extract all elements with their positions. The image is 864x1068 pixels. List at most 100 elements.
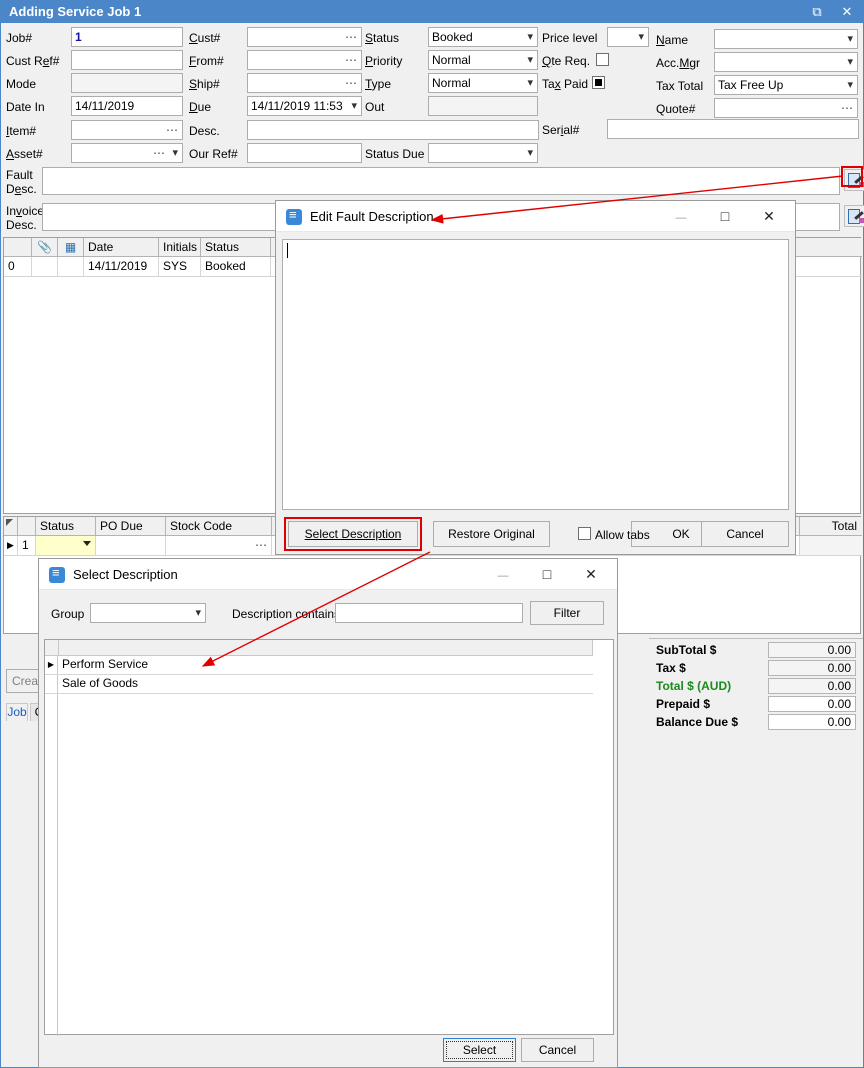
restore-button[interactable]: ⧉ (803, 1, 831, 23)
description-list[interactable]: ▶ Perform Service Sale of Goods (44, 639, 614, 1036)
close-button[interactable]: ✕ (833, 1, 861, 23)
label-desc: Desc. (189, 124, 220, 138)
due-value: 14/11/2019 11:53 (251, 99, 343, 113)
lines-row-1-status-chevron-down-icon[interactable] (83, 541, 91, 546)
acc-mgr-chevron-down-icon[interactable] (847, 56, 853, 68)
status-due-select[interactable] (428, 143, 538, 163)
name-select[interactable] (714, 29, 858, 49)
list-item[interactable]: Sale of Goods (45, 675, 593, 694)
our-ref-no-input[interactable] (247, 143, 362, 163)
select-description-cancel-button[interactable]: Cancel (521, 1038, 594, 1062)
item-no-input[interactable]: ⋯ (71, 120, 183, 140)
from-no-ellipsis-icon[interactable]: ⋯ (345, 52, 358, 68)
cust-ref-no-input[interactable] (71, 50, 183, 70)
edit-fault-maximize-button[interactable] (703, 201, 747, 232)
priority-select[interactable]: Normal (428, 50, 538, 70)
desc-input[interactable] (247, 120, 539, 140)
type-select[interactable]: Normal (428, 73, 538, 93)
asset-no-input[interactable]: ⋯ (71, 143, 183, 163)
price-level-select[interactable] (607, 27, 649, 47)
total-label-subtotal: SubTotal $ (656, 643, 717, 657)
lines-header-total: Total (800, 517, 862, 536)
select-description-maximize-button[interactable] (525, 559, 569, 590)
cancel-button[interactable]: Cancel (701, 521, 789, 547)
filter-button[interactable]: Filter (530, 601, 604, 625)
from-no-input[interactable]: ⋯ (247, 50, 362, 70)
lines-row-1-stock-code[interactable]: ⋯ (166, 536, 272, 556)
tax-paid-checkbox[interactable] (592, 76, 605, 89)
cust-no-ellipsis-icon[interactable]: ⋯ (345, 29, 358, 45)
list-item[interactable]: ▶ Perform Service (45, 656, 593, 675)
invoice-desc-nib-shape (859, 218, 864, 223)
total-label-balance-due: Balance Due $ (656, 715, 739, 729)
select-button-label: Select (462, 1043, 497, 1057)
ship-no-input[interactable]: ⋯ (247, 73, 362, 93)
lines-header-stock-code: Stock Code (166, 517, 272, 536)
acc-mgr-select[interactable] (714, 52, 858, 72)
lines-row-1-po-due[interactable] (96, 536, 166, 556)
quote-no-ellipsis-icon[interactable]: ⋯ (841, 100, 854, 116)
job-no-input[interactable]: 1 (71, 27, 183, 47)
history-row-0-initials[interactable]: SYS (159, 257, 201, 277)
mode-input[interactable] (71, 73, 183, 93)
label-type: Type (365, 77, 392, 91)
group-select[interactable] (90, 603, 206, 623)
due-input[interactable]: 14/11/2019 11:53 (247, 96, 362, 116)
select-description-close-button[interactable] (569, 559, 613, 590)
lines-row-1-status[interactable] (36, 536, 96, 556)
edit-fault-dialog-title: Edit Fault Description (310, 209, 434, 224)
type-chevron-down-icon[interactable] (527, 77, 533, 89)
due-chevron-down-icon[interactable] (351, 100, 357, 112)
allow-tabs-checkbox[interactable] (578, 527, 591, 540)
description-list-header (59, 640, 593, 656)
asset-no-ellipsis-icon[interactable]: ⋯ (153, 145, 166, 161)
description-contains-input[interactable] (335, 603, 523, 623)
serial-no-input[interactable] (607, 119, 859, 139)
tax-total-chevron-down-icon[interactable] (847, 79, 853, 91)
tax-total-select[interactable]: Tax Free Up (714, 75, 858, 95)
name-chevron-down-icon[interactable] (847, 33, 853, 45)
label-our-ref-no: Our Ref# (189, 147, 238, 161)
ship-no-ellipsis-icon[interactable]: ⋯ (345, 75, 358, 91)
history-row-0-note[interactable] (58, 257, 84, 277)
out-input[interactable] (428, 96, 538, 116)
asset-no-chevron-down-icon[interactable] (172, 147, 178, 159)
restore-original-button[interactable]: Restore Original (433, 521, 550, 547)
group-chevron-down-icon[interactable] (195, 607, 201, 619)
app-icon (286, 207, 302, 225)
select-description-highlight (284, 517, 422, 551)
create-button[interactable]: Crea (6, 669, 42, 693)
total-value-balance-due[interactable]: 0.00 (768, 714, 856, 730)
fault-desc-input[interactable] (42, 167, 840, 195)
price-level-chevron-down-icon[interactable] (638, 31, 644, 43)
item-no-ellipsis-icon[interactable]: ⋯ (166, 122, 179, 138)
history-header-attachment: 📎 (32, 238, 58, 257)
total-value-tax: 0.00 (768, 660, 856, 676)
edit-fault-minimize-button[interactable] (659, 201, 703, 232)
select-description-dialog: Select Description Group Description con… (38, 558, 618, 1068)
status-chevron-down-icon[interactable] (527, 31, 533, 43)
priority-chevron-down-icon[interactable] (527, 54, 533, 66)
fault-description-textarea[interactable] (282, 239, 789, 510)
cust-no-input[interactable]: ⋯ (247, 27, 362, 47)
list-item-0-marker: ▶ (45, 656, 58, 674)
status-due-chevron-down-icon[interactable] (527, 147, 533, 159)
tab-job[interactable]: Job (6, 703, 28, 721)
status-select[interactable]: Booked (428, 27, 538, 47)
label-status-due: Status Due (365, 147, 425, 161)
qte-req-checkbox[interactable] (596, 53, 609, 66)
history-row-0-date[interactable]: 14/11/2019 (84, 257, 159, 277)
edit-fault-close-button[interactable] (747, 201, 791, 232)
fault-desc-edit-highlight (841, 166, 863, 187)
label-date-in: Date In (6, 100, 45, 114)
history-row-0-status[interactable]: Booked (201, 257, 271, 277)
select-description-minimize-button[interactable] (481, 559, 525, 590)
select-button[interactable]: Select (443, 1038, 516, 1062)
invoice-desc-edit-icon[interactable] (844, 205, 864, 227)
lines-row-1-stock-code-ellipsis-icon[interactable]: ⋯ (255, 536, 268, 555)
list-item-1-marker (45, 675, 58, 693)
date-in-input[interactable]: 14/11/2019 (71, 96, 183, 116)
quote-no-input[interactable]: ⋯ (714, 98, 858, 118)
history-row-0-attachment[interactable] (32, 257, 58, 277)
total-value-prepaid[interactable]: 0.00 (768, 696, 856, 712)
